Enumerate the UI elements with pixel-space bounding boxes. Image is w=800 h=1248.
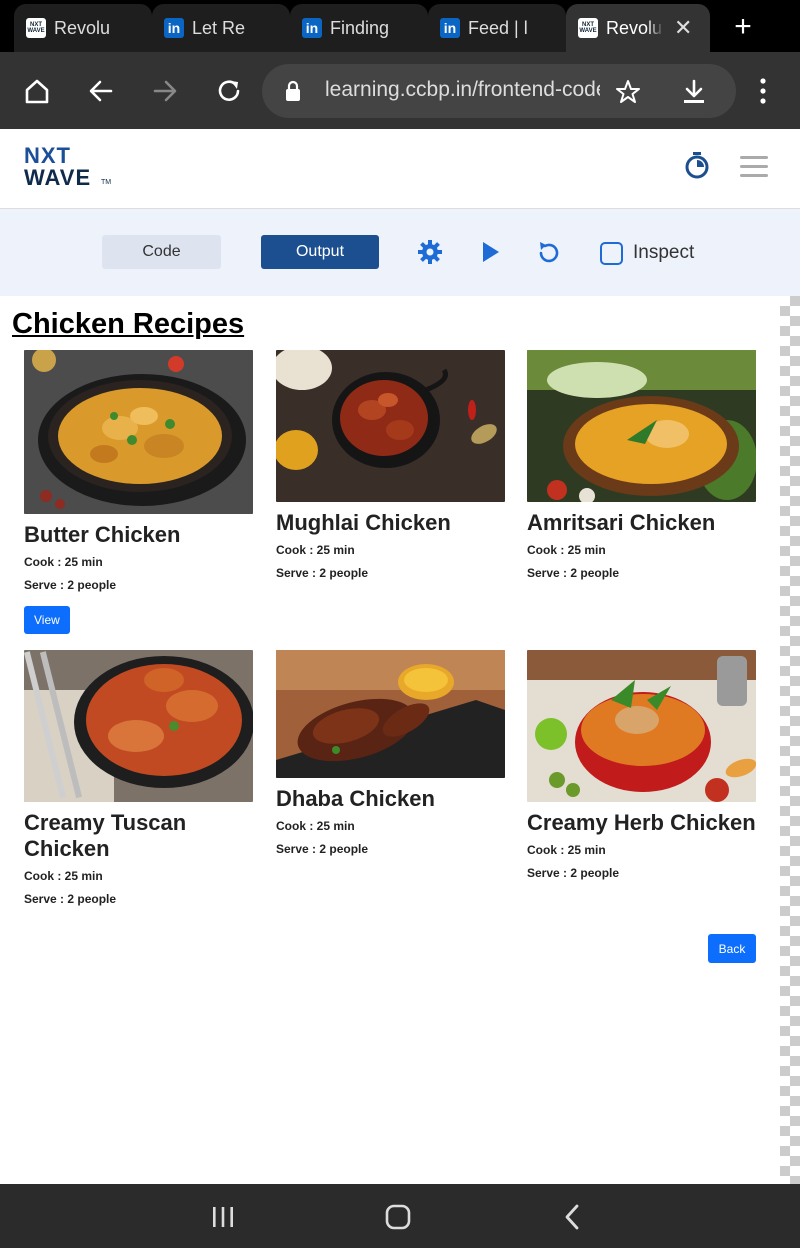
page-title: Chicken Recipes (12, 308, 245, 340)
editor-controls-bar: Code Output Inspect (0, 209, 800, 296)
lock-icon (286, 80, 300, 101)
recipe-name: Dhaba Chicken (276, 786, 435, 811)
tab-title: Finding (330, 17, 390, 38)
home-button-icon[interactable] (383, 1202, 413, 1232)
inspect-checkbox[interactable] (600, 241, 623, 265)
output-preview: Chicken Recipes Butter Chicken Cook : 25… (0, 296, 780, 1184)
serving-size: Serve : 2 people (24, 578, 117, 592)
dhaba-chicken-image (276, 650, 505, 778)
logo-trademark: TM (101, 179, 112, 186)
code-tab-button[interactable]: Code (102, 235, 221, 269)
settings-gear-icon[interactable] (417, 239, 443, 265)
mughlai-chicken-image (276, 350, 505, 502)
download-icon[interactable] (680, 78, 708, 106)
tab-title: Feed | l (468, 17, 528, 38)
system-back-icon[interactable] (558, 1202, 588, 1232)
bookmark-star-icon[interactable] (614, 78, 642, 106)
run-play-icon[interactable] (478, 239, 504, 265)
recipe-card: Creamy Herb Chicken Cook : 25 min Serve … (527, 650, 756, 882)
more-menu-icon[interactable] (755, 76, 771, 106)
cook-time: Cook : 25 min (276, 819, 355, 833)
recipe-name: Mughlai Chicken (276, 510, 451, 535)
cook-time: Cook : 25 min (527, 843, 606, 857)
cook-time: Cook : 25 min (276, 543, 355, 557)
nxtwave-logo[interactable]: NXT WAVE TM (24, 143, 124, 191)
recipe-card: Butter Chicken Cook : 25 min Serve : 2 p… (24, 350, 253, 634)
forward-arrow-icon (148, 74, 182, 108)
system-navigation-bar (0, 1184, 800, 1248)
close-tab-icon[interactable]: ✕ (674, 15, 692, 41)
inspect-label: Inspect (633, 242, 695, 263)
stopwatch-icon[interactable] (684, 151, 710, 179)
recipe-name: Butter Chicken (24, 522, 181, 547)
site-header: NXT WAVE TM (0, 129, 800, 209)
nxtwave-favicon-icon: NXT WAVE (26, 18, 46, 38)
recipe-card: Mughlai Chicken Cook : 25 min Serve : 2 … (276, 350, 505, 582)
linkedin-favicon-icon: in (440, 18, 460, 38)
browser-toolbar: learning.ccbp.in/frontend-code-playgroun… (0, 52, 800, 129)
linkedin-favicon-icon: in (302, 18, 322, 38)
home-icon[interactable] (20, 74, 54, 108)
recipe-card: Dhaba Chicken Cook : 25 min Serve : 2 pe… (276, 650, 505, 858)
output-tab-button[interactable]: Output (261, 235, 379, 269)
back-button[interactable]: Back (708, 934, 756, 963)
browser-tab[interactable]: in Finding (290, 4, 428, 52)
browser-tab-active[interactable]: NXT WAVE Revolu ✕ (566, 4, 710, 52)
url-text[interactable]: learning.ccbp.in/frontend-code-playgroun… (325, 78, 600, 102)
recipe-name: Creamy Herb Chicken (527, 810, 756, 835)
cook-time: Cook : 25 min (24, 555, 103, 569)
back-arrow-icon[interactable] (84, 74, 118, 108)
recipe-card: Creamy Tuscan Chicken Cook : 25 min Serv… (24, 650, 253, 908)
view-button[interactable]: View (24, 606, 70, 634)
cook-time: Cook : 25 min (527, 543, 606, 557)
recipe-card: Amritsari Chicken Cook : 25 min Serve : … (527, 350, 756, 582)
cook-time: Cook : 25 min (24, 869, 103, 883)
reset-icon[interactable] (536, 239, 562, 265)
nxtwave-favicon-icon: NXT WAVE (578, 18, 598, 38)
address-bar[interactable]: learning.ccbp.in/frontend-code-playgroun… (262, 64, 736, 118)
tab-title: Revolu (54, 17, 111, 38)
browser-tab[interactable]: in Let Re (152, 4, 290, 52)
browser-tab[interactable]: NXT WAVE Revolu (14, 4, 152, 52)
amritsari-chicken-image (527, 350, 756, 502)
serving-size: Serve : 2 people (276, 842, 369, 856)
serving-size: Serve : 2 people (527, 566, 620, 580)
browser-tab[interactable]: in Feed | l (428, 4, 566, 52)
preview-resize-strip[interactable] (780, 296, 800, 1184)
serving-size: Serve : 2 people (276, 566, 369, 580)
tab-title: Revolu (606, 17, 663, 38)
creamy-herb-chicken-image (527, 650, 756, 802)
reload-icon[interactable] (212, 74, 246, 108)
recipe-name: Creamy Tuscan Chicken (24, 810, 187, 861)
serving-size: Serve : 2 people (527, 866, 620, 880)
butter-chicken-image (24, 350, 253, 514)
tab-title: Let Re (192, 17, 246, 38)
hamburger-menu-icon[interactable] (740, 156, 768, 177)
logo-text-bottom: WAVE (24, 165, 92, 190)
creamy-tuscan-chicken-image (24, 650, 253, 802)
recent-apps-icon[interactable] (208, 1202, 238, 1232)
serving-size: Serve : 2 people (24, 892, 117, 906)
linkedin-favicon-icon: in (164, 18, 184, 38)
recipe-name: Amritsari Chicken (527, 510, 716, 535)
inspect-toggle[interactable]: Inspect (600, 240, 694, 266)
browser-tab-strip: NXT WAVE Revolu in Let Re in Finding in F… (0, 0, 800, 52)
new-tab-button[interactable]: + (728, 12, 758, 42)
